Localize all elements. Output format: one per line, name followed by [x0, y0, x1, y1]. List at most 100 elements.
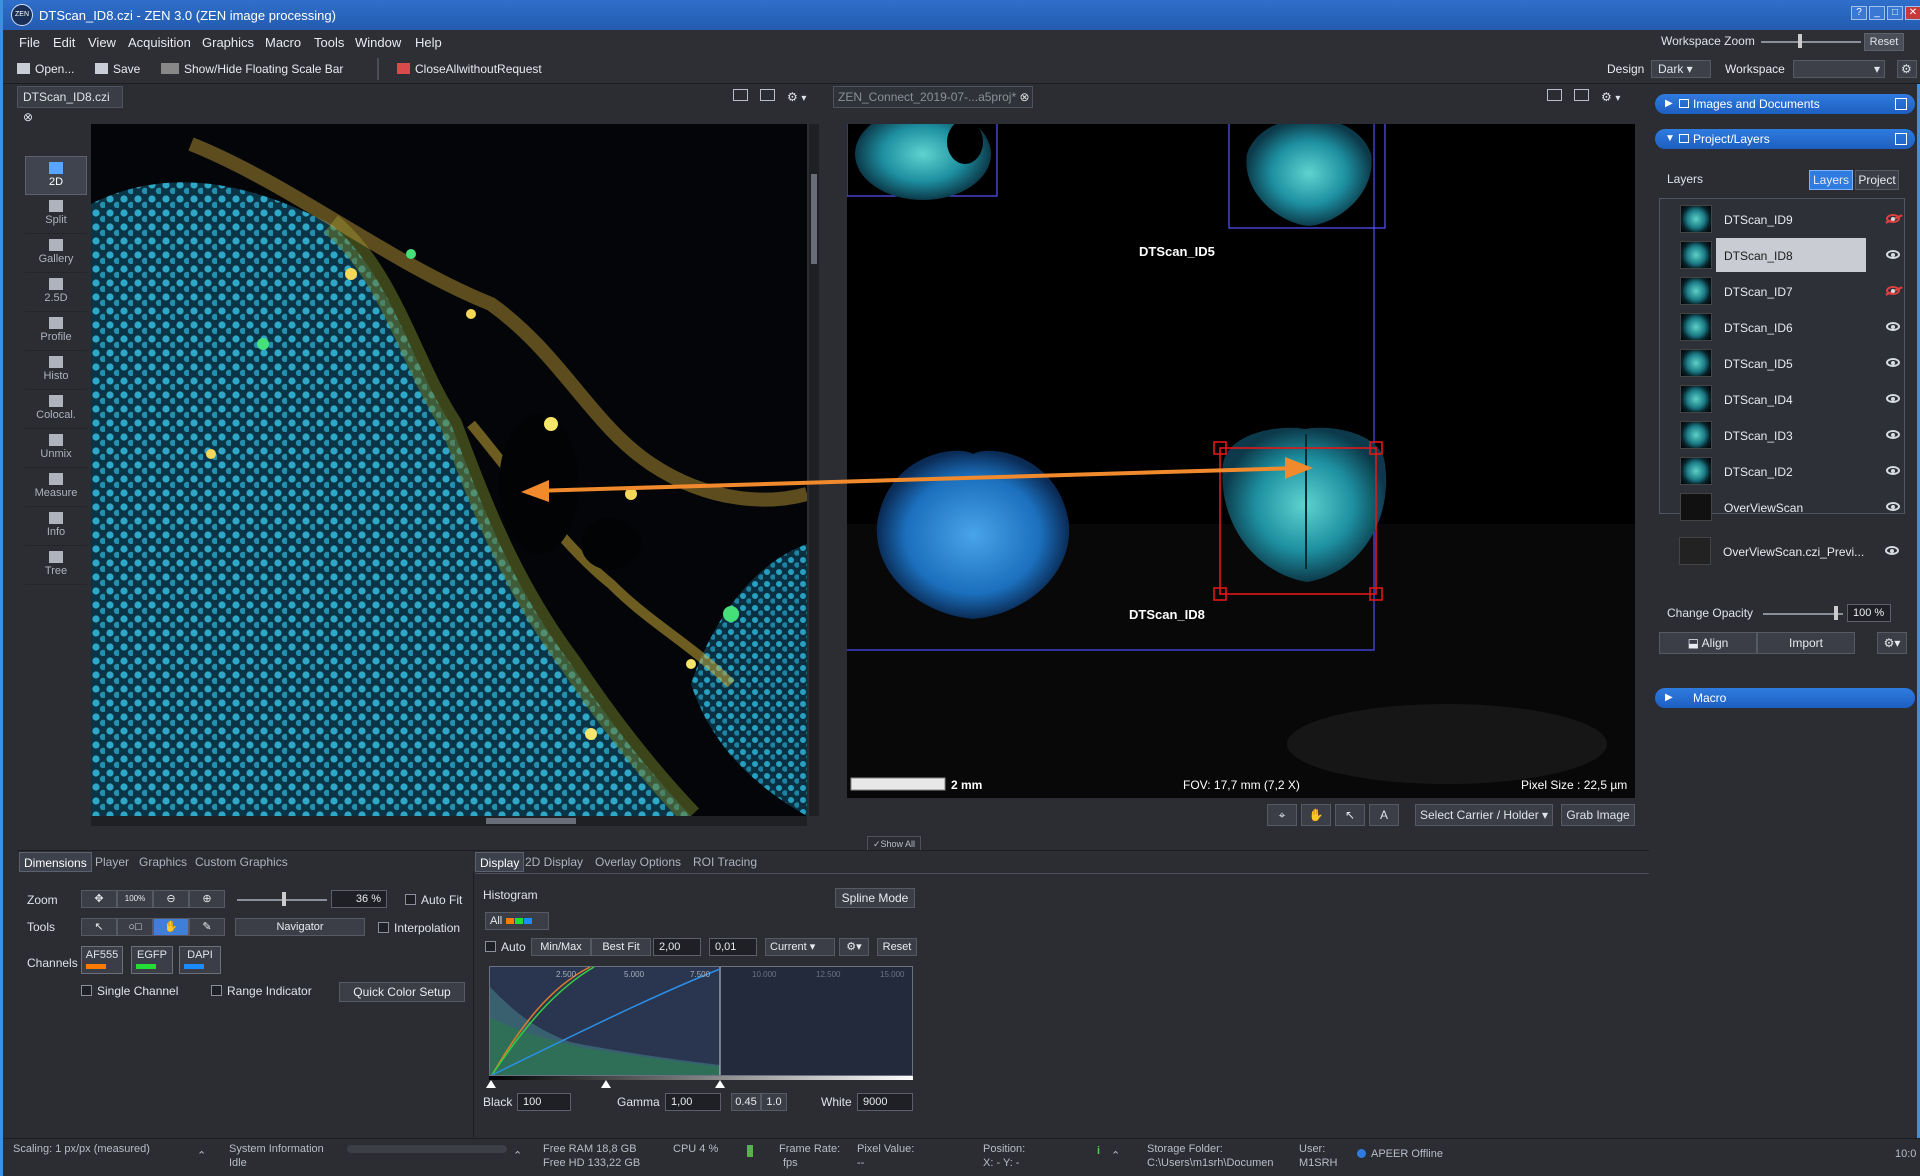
layer-item[interactable]: DTScan_ID2	[1664, 454, 1900, 488]
layer-item[interactable]: DTScan_ID6	[1664, 310, 1900, 344]
workspace-zoom-handle[interactable]	[1798, 34, 1802, 48]
left-horizontal-scrollbar[interactable]	[91, 816, 807, 826]
gamma-10-button[interactable]: 1.0	[761, 1093, 787, 1111]
view-info-button[interactable]: Info	[25, 507, 87, 546]
grab-image-button[interactable]: Grab Image	[1561, 804, 1635, 826]
left-vertical-scrollbar[interactable]	[809, 124, 819, 816]
microscopy-image-left[interactable]	[91, 124, 807, 816]
close-tab-icon[interactable]: ⊗	[1019, 90, 1029, 104]
gamma-marker[interactable]	[601, 1080, 611, 1088]
select-tool-button[interactable]: ↖	[81, 918, 117, 936]
best-fit-value-1[interactable]: 2,00	[653, 938, 701, 956]
chevron-up-icon[interactable]: ⌃	[513, 1149, 522, 1162]
current-dropdown[interactable]: Current ▾	[765, 938, 835, 956]
crosshair-tool-button[interactable]: ⌖	[1267, 804, 1297, 826]
best-fit-value-2[interactable]: 0,01	[709, 938, 757, 956]
auto-fit-checkbox[interactable]	[405, 894, 416, 905]
eye-icon[interactable]	[1886, 502, 1900, 511]
shape-tool-button[interactable]: ○□	[117, 918, 153, 936]
menu-file[interactable]: File	[19, 35, 40, 50]
eye-icon[interactable]	[1886, 322, 1900, 331]
grid-view-icon[interactable]	[1547, 89, 1562, 101]
channel-dapi-button[interactable]: DAPI	[179, 946, 221, 974]
split-view-icon[interactable]	[760, 89, 775, 101]
gamma-045-button[interactable]: 0.45	[731, 1093, 761, 1111]
white-input[interactable]: 9000	[857, 1093, 913, 1111]
tab-dimensions[interactable]: Dimensions	[19, 852, 92, 872]
tab-right-document[interactable]: ZEN_Connect_2019-07-...a5proj* ⊗	[833, 86, 1033, 108]
images-documents-section[interactable]: ▶ Images and Documents	[1655, 94, 1915, 114]
save-button[interactable]: Save	[95, 62, 140, 76]
histogram-settings-button[interactable]: ⚙▾	[839, 938, 869, 956]
interpolation-checkbox[interactable]	[378, 922, 389, 933]
align-button[interactable]: ⬓ Align	[1659, 632, 1757, 654]
split-view-icon[interactable]	[1574, 89, 1589, 101]
spline-mode-button[interactable]: Spline Mode	[835, 888, 915, 908]
help-button[interactable]: ?	[1851, 6, 1867, 20]
zoom-out-button[interactable]: ⊖	[153, 890, 189, 908]
black-input[interactable]: 100	[517, 1093, 571, 1111]
chevron-up-icon[interactable]: ⌃	[197, 1149, 206, 1162]
layer-item[interactable]: DTScan_ID7	[1664, 274, 1900, 308]
menu-view[interactable]: View	[88, 35, 116, 50]
tab-layers[interactable]: Layers	[1809, 170, 1853, 190]
view-split-button[interactable]: Split	[25, 195, 87, 234]
tab-2d-display[interactable]: 2D Display	[521, 852, 587, 872]
minmax-button[interactable]: Min/Max	[531, 938, 591, 956]
workspace-dropdown[interactable]: ▾	[1793, 60, 1885, 78]
import-button[interactable]: Import	[1757, 632, 1855, 654]
layer-item[interactable]: DTScan_ID5	[1664, 346, 1900, 380]
close-all-button[interactable]: CloseAllwithoutRequest	[397, 62, 542, 76]
menu-macro[interactable]: Macro	[265, 35, 301, 50]
visibility-off-icon[interactable]	[1886, 286, 1900, 295]
opacity-input[interactable]: 100 %	[1847, 604, 1891, 622]
view-profile-button[interactable]: Profile	[25, 312, 87, 351]
tab-project[interactable]: Project	[1855, 170, 1899, 190]
scroll-thumb[interactable]	[486, 818, 576, 824]
maximize-button[interactable]: □	[1887, 6, 1903, 20]
zoom-100-button[interactable]: 100%	[117, 890, 153, 908]
black-point-marker[interactable]	[486, 1080, 496, 1088]
view-2d-button[interactable]: 2D	[25, 156, 87, 195]
tab-roi-tracing[interactable]: ROI Tracing	[689, 852, 761, 872]
layer-item[interactable]: DTScan_ID4	[1664, 382, 1900, 416]
carrier-dropdown[interactable]: Select Carrier / Holder ▾	[1415, 804, 1553, 826]
tab-overlay-options[interactable]: Overlay Options	[591, 852, 685, 872]
white-point-marker[interactable]	[715, 1080, 725, 1088]
eye-icon[interactable]	[1886, 394, 1900, 403]
view-colocal-button[interactable]: Colocal.	[25, 390, 87, 429]
menu-window[interactable]: Window	[355, 35, 401, 50]
pan-tool-button[interactable]: ✋	[153, 918, 189, 936]
gamma-input[interactable]: 1,00	[665, 1093, 721, 1111]
zoom-slider-handle[interactable]	[282, 892, 286, 906]
eye-icon[interactable]	[1886, 466, 1900, 475]
text-tool-button[interactable]: A	[1369, 804, 1399, 826]
menu-tools[interactable]: Tools	[314, 35, 344, 50]
eye-icon[interactable]	[1886, 430, 1900, 439]
layer-item[interactable]: DTScan_ID3	[1664, 418, 1900, 452]
navigator-button[interactable]: Navigator	[235, 918, 365, 936]
opacity-slider[interactable]	[1763, 613, 1843, 615]
info-icon[interactable]: i	[1097, 1145, 1100, 1157]
chevron-down-icon[interactable]: ▾	[801, 93, 806, 104]
eye-icon[interactable]	[1885, 546, 1899, 555]
menu-graphics[interactable]: Graphics	[202, 35, 254, 50]
visibility-off-icon[interactable]	[1886, 214, 1900, 223]
view-unmix-button[interactable]: Unmix	[25, 429, 87, 468]
draw-tool-button[interactable]: ✎	[189, 918, 225, 936]
menu-help[interactable]: Help	[415, 35, 442, 50]
histogram-reset-button[interactable]: Reset	[877, 938, 917, 956]
layer-settings-button[interactable]: ⚙▾	[1877, 632, 1907, 654]
layer-item[interactable]: DTScan_ID9	[1664, 202, 1900, 236]
chevron-down-icon[interactable]: ▾	[1615, 93, 1620, 104]
scalebar-toggle-button[interactable]: Show/Hide Floating Scale Bar	[161, 62, 343, 76]
eye-icon[interactable]	[1886, 250, 1900, 259]
chevron-up-icon[interactable]: ⌃	[1111, 1149, 1120, 1162]
tab-custom-graphics[interactable]: Custom Graphics	[191, 852, 292, 872]
project-layers-section[interactable]: ▼ Project/Layers	[1655, 129, 1915, 149]
close-tab-icon[interactable]: ⊗	[23, 110, 33, 124]
workspace-settings-button[interactable]: ⚙	[1897, 60, 1917, 78]
quick-color-setup-button[interactable]: Quick Color Setup	[339, 982, 465, 1002]
view-histo-button[interactable]: Histo	[25, 351, 87, 390]
range-indicator-checkbox[interactable]	[211, 985, 222, 996]
